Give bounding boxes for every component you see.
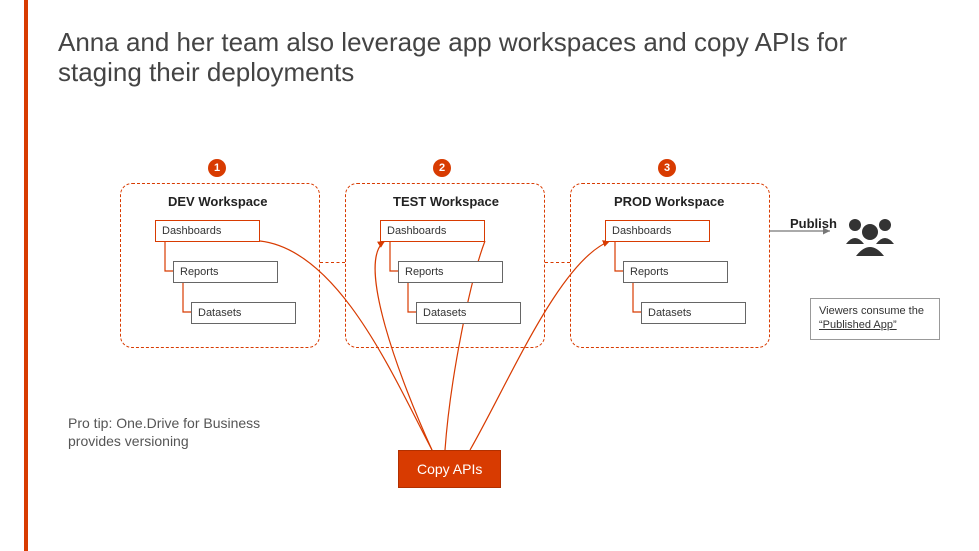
dev-dashboards-item: Dashboards <box>155 220 260 242</box>
publish-label: Publish <box>790 216 837 231</box>
prod-datasets-item: Datasets <box>641 302 746 324</box>
viewers-note-box: Viewers consume the “Published App” <box>810 298 940 340</box>
copy-apis-box: Copy APIs <box>398 450 501 488</box>
accent-left-bar <box>24 0 28 551</box>
step-badge-1: 1 <box>208 159 226 177</box>
test-reports-item: Reports <box>398 261 503 283</box>
step-badge-2: 2 <box>433 159 451 177</box>
dev-datasets-item: Datasets <box>191 302 296 324</box>
test-datasets-item: Datasets <box>416 302 521 324</box>
prod-dashboards-item: Dashboards <box>605 220 710 242</box>
step-badge-3: 3 <box>658 159 676 177</box>
dev-reports-item: Reports <box>173 261 278 283</box>
protip-text: Pro tip: One.Drive for Business provides… <box>68 415 268 450</box>
connector-test-prod-top <box>545 262 570 263</box>
people-group-icon <box>840 210 900 265</box>
prod-reports-item: Reports <box>623 261 728 283</box>
slide-title: Anna and her team also leverage app work… <box>58 28 938 88</box>
viewers-line2: “Published App” <box>819 319 897 331</box>
test-dashboards-item: Dashboards <box>380 220 485 242</box>
viewers-line1: Viewers consume the <box>819 305 924 317</box>
connector-dev-test-top <box>320 262 345 263</box>
